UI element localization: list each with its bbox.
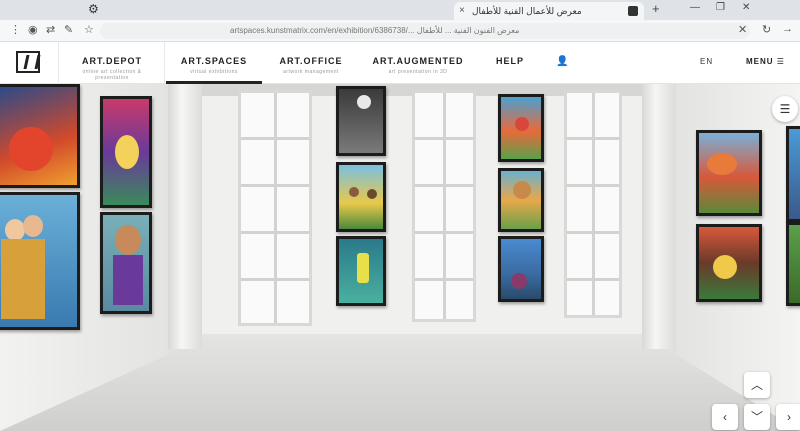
pillar (642, 84, 676, 349)
nav-item-art-augmented[interactable]: ART.AUGMENTED art presentation in 3D (366, 42, 470, 84)
artwork[interactable] (498, 94, 544, 162)
artwork[interactable] (336, 236, 386, 306)
tab-close-icon[interactable]: × (459, 2, 465, 20)
restore-icon[interactable]: ❐ (716, 2, 725, 13)
arrow-left-icon[interactable]: ‹ (712, 404, 738, 430)
artwork[interactable] (696, 224, 762, 302)
artwork[interactable] (498, 168, 544, 232)
close-window-icon[interactable]: ✕ (742, 2, 750, 13)
artwork[interactable] (336, 86, 386, 156)
nav-item-art-depot[interactable]: ART.DEPOT online art collection & presen… (66, 42, 158, 84)
tab-title: معرض للأعمال الفنية للأطفال (472, 6, 582, 16)
arrow-down-icon[interactable]: ﹀ (744, 404, 770, 430)
menu-button[interactable]: MENU ☰ (746, 57, 785, 66)
gear-icon[interactable]: ⚙ (88, 2, 99, 16)
pillar (168, 84, 202, 349)
window (564, 90, 622, 318)
forward-icon[interactable]: → (782, 23, 793, 35)
translate-icon[interactable]: ⇄ (46, 23, 55, 36)
artwork[interactable] (696, 130, 762, 216)
site-navbar: ART.DEPOT online art collection & presen… (0, 42, 800, 84)
site-logo[interactable] (16, 51, 40, 73)
site-info-icon[interactable]: ✕ (738, 23, 747, 36)
nav-item-art-spaces[interactable]: ART.SPACES virtual exhibitions (166, 42, 262, 84)
browser-menu-icon[interactable]: ⋮ (10, 23, 21, 36)
browser-toolbar: ⋮ ◉ ⇄ ✎ ☆ artspaces.kunstmatrix.com/en/e… (0, 20, 800, 42)
artwork[interactable] (100, 212, 152, 314)
nav-divider (164, 42, 165, 84)
artwork[interactable] (498, 236, 544, 302)
address-bar[interactable]: artspaces.kunstmatrix.com/en/exhibition/… (100, 23, 750, 39)
extension-icon[interactable]: ✎ (64, 23, 73, 36)
artwork[interactable] (100, 96, 152, 208)
arrow-right-icon[interactable]: › (776, 404, 800, 430)
browser-tab[interactable]: × معرض للأعمال الفنية للأطفال (454, 2, 644, 20)
hamburger-icon[interactable]: ☰ (772, 96, 798, 122)
language-switch[interactable]: EN (700, 57, 713, 66)
nav-divider (58, 42, 59, 84)
reload-icon[interactable]: ↻ (762, 23, 771, 36)
person-icon[interactable]: 👤 (556, 56, 568, 67)
new-tab-button[interactable]: + (652, 1, 660, 16)
artwork[interactable] (786, 126, 800, 222)
tab-favicon-icon (628, 6, 638, 16)
profile-icon[interactable]: ◉ (28, 23, 38, 36)
window (412, 90, 476, 322)
artwork[interactable] (786, 222, 800, 306)
window (238, 90, 312, 326)
nav-item-art-office[interactable]: ART.OFFICE artwork management (268, 42, 354, 84)
minimize-icon[interactable]: — (690, 2, 700, 13)
artwork[interactable] (336, 162, 386, 232)
gallery-scene[interactable]: ☰ ︿ ‹ ﹀ › (0, 84, 800, 431)
nav-item-help[interactable]: HELP (488, 42, 532, 84)
artwork[interactable] (0, 84, 80, 188)
artwork[interactable] (0, 192, 80, 330)
arrow-up-icon[interactable]: ︿ (744, 372, 770, 398)
star-icon[interactable]: ☆ (84, 23, 94, 36)
browser-tabstrip: — ❐ ✕ + × معرض للأعمال الفنية للأطفال ⚙ (0, 0, 800, 20)
